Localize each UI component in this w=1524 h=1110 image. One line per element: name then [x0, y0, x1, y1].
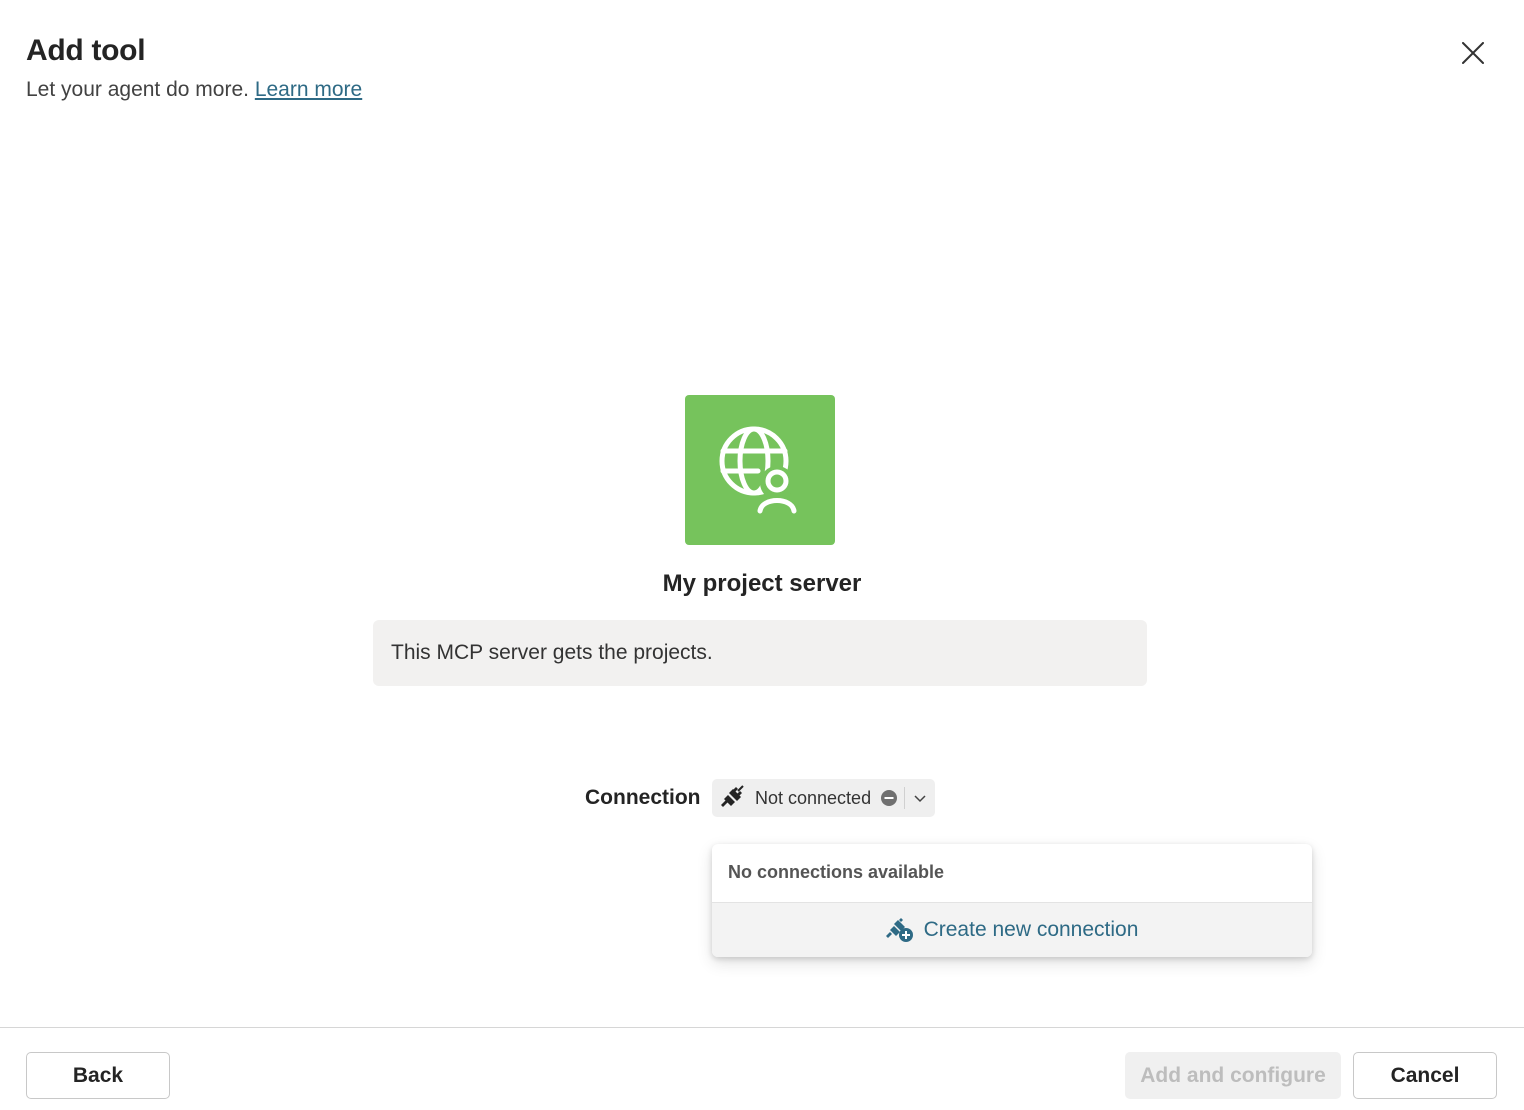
chevron-down-icon[interactable]: [911, 789, 929, 807]
tool-description-text: This MCP server gets the projects.: [391, 641, 713, 664]
plug-disconnected-icon: [719, 785, 745, 811]
footer-divider: [0, 1027, 1524, 1028]
tool-name: My project server: [662, 570, 862, 597]
status-blocked-icon: [880, 789, 898, 807]
dialog-subtitle: Let your agent do more. Learn more: [26, 78, 362, 102]
subtitle-text: Let your agent do more.: [26, 78, 249, 101]
dropdown-separator: [904, 787, 906, 809]
connection-label: Connection: [585, 786, 701, 809]
add-connection-icon: [885, 918, 913, 942]
tool-description: This MCP server gets the projects.: [373, 620, 1147, 686]
globe-person-icon: [719, 426, 797, 514]
create-connection-label: Create new connection: [923, 918, 1139, 941]
tool-icon-tile: [685, 395, 835, 545]
learn-more-link[interactable]: Learn more: [255, 78, 362, 101]
no-connections-text: No connections available: [728, 862, 945, 882]
add-tool-dialog: Add tool Let your agent do more. Learn m…: [0, 0, 1524, 1110]
close-icon: [1462, 42, 1484, 64]
connection-popup: No connections available Create new conn…: [712, 844, 1312, 957]
dialog-title: Add tool: [26, 34, 146, 67]
back-button[interactable]: Back: [26, 1052, 170, 1099]
add-and-configure-button[interactable]: Add and configure: [1125, 1052, 1341, 1099]
close-button[interactable]: [1452, 32, 1494, 74]
cancel-button[interactable]: Cancel: [1353, 1052, 1497, 1099]
connection-status-text: Not connected: [755, 787, 872, 808]
create-connection-button[interactable]: Create new connection: [712, 903, 1312, 957]
connection-dropdown[interactable]: Not connected: [712, 779, 935, 817]
